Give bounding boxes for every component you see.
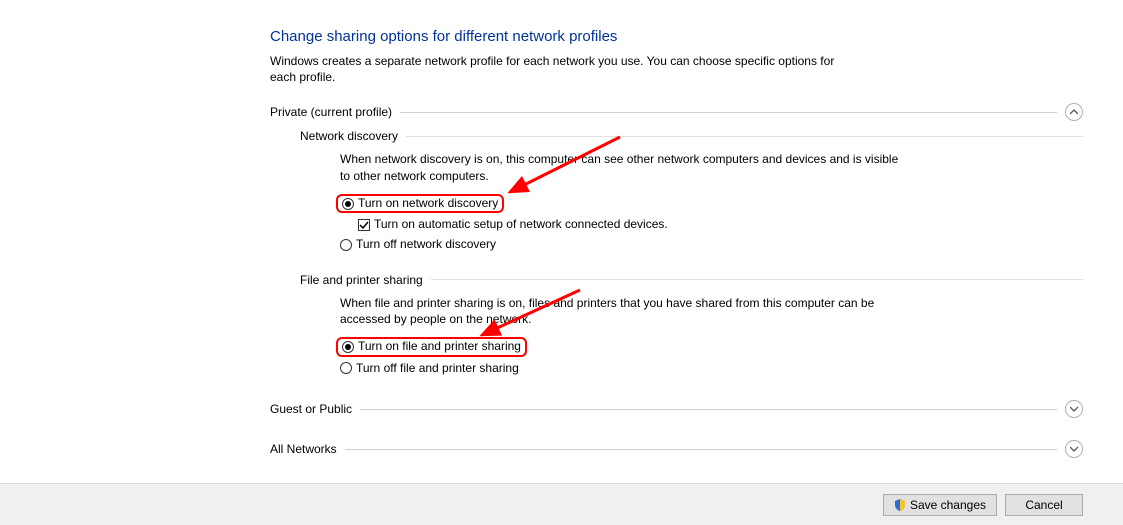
guest-public-label: Guest or Public — [270, 402, 360, 416]
radio-network-discovery-on[interactable]: Turn on network discovery — [340, 192, 1083, 216]
radio-icon — [342, 198, 354, 210]
network-discovery-heading-row: Network discovery — [300, 129, 1083, 143]
save-changes-button[interactable]: Save changes — [883, 494, 997, 516]
radio-icon — [340, 239, 352, 251]
radio-label: Turn off file and printer sharing — [356, 361, 519, 377]
network-discovery-description: When network discovery is on, this compu… — [340, 151, 900, 183]
radio-network-discovery-off[interactable]: Turn off network discovery — [340, 235, 1083, 255]
footer-bar: Save changes Cancel — [0, 483, 1123, 525]
page-title: Change sharing options for different net… — [270, 28, 1083, 45]
guest-public-header[interactable]: Guest or Public — [270, 400, 1083, 418]
save-button-label: Save changes — [910, 498, 986, 512]
shield-icon — [894, 499, 906, 511]
checkbox-label: Turn on automatic setup of network conne… — [374, 217, 668, 233]
private-profile-header[interactable]: Private (current profile) — [270, 103, 1083, 121]
radio-icon — [340, 362, 352, 374]
file-printer-description: When file and printer sharing is on, fil… — [340, 295, 900, 327]
divider — [406, 136, 1083, 137]
chevron-up-icon[interactable] — [1065, 103, 1083, 121]
chevron-down-icon[interactable] — [1065, 400, 1083, 418]
file-printer-heading: File and printer sharing — [300, 273, 431, 287]
chevron-down-icon[interactable] — [1065, 440, 1083, 458]
all-networks-label: All Networks — [270, 442, 345, 456]
annotation-highlight: Turn on network discovery — [336, 194, 504, 214]
divider — [431, 279, 1083, 280]
radio-label: Turn on network discovery — [358, 196, 498, 212]
file-printer-heading-row: File and printer sharing — [300, 273, 1083, 287]
divider — [360, 409, 1057, 410]
checkbox-icon — [358, 219, 370, 231]
main-panel: Change sharing options for different net… — [0, 0, 1123, 458]
radio-file-printer-off[interactable]: Turn off file and printer sharing — [340, 359, 1083, 379]
checkbox-auto-setup[interactable]: Turn on automatic setup of network conne… — [358, 215, 1083, 235]
divider — [345, 449, 1057, 450]
private-profile-label: Private (current profile) — [270, 105, 400, 119]
radio-file-printer-on[interactable]: Turn on file and printer sharing — [340, 335, 1083, 359]
cancel-button[interactable]: Cancel — [1005, 494, 1083, 516]
cancel-button-label: Cancel — [1025, 498, 1062, 512]
divider — [400, 112, 1057, 113]
page-description: Windows creates a separate network profi… — [270, 53, 850, 85]
network-discovery-heading: Network discovery — [300, 129, 406, 143]
annotation-highlight: Turn on file and printer sharing — [336, 337, 527, 357]
radio-icon — [342, 341, 354, 353]
radio-label: Turn on file and printer sharing — [358, 339, 521, 355]
radio-label: Turn off network discovery — [356, 237, 496, 253]
all-networks-header[interactable]: All Networks — [270, 440, 1083, 458]
